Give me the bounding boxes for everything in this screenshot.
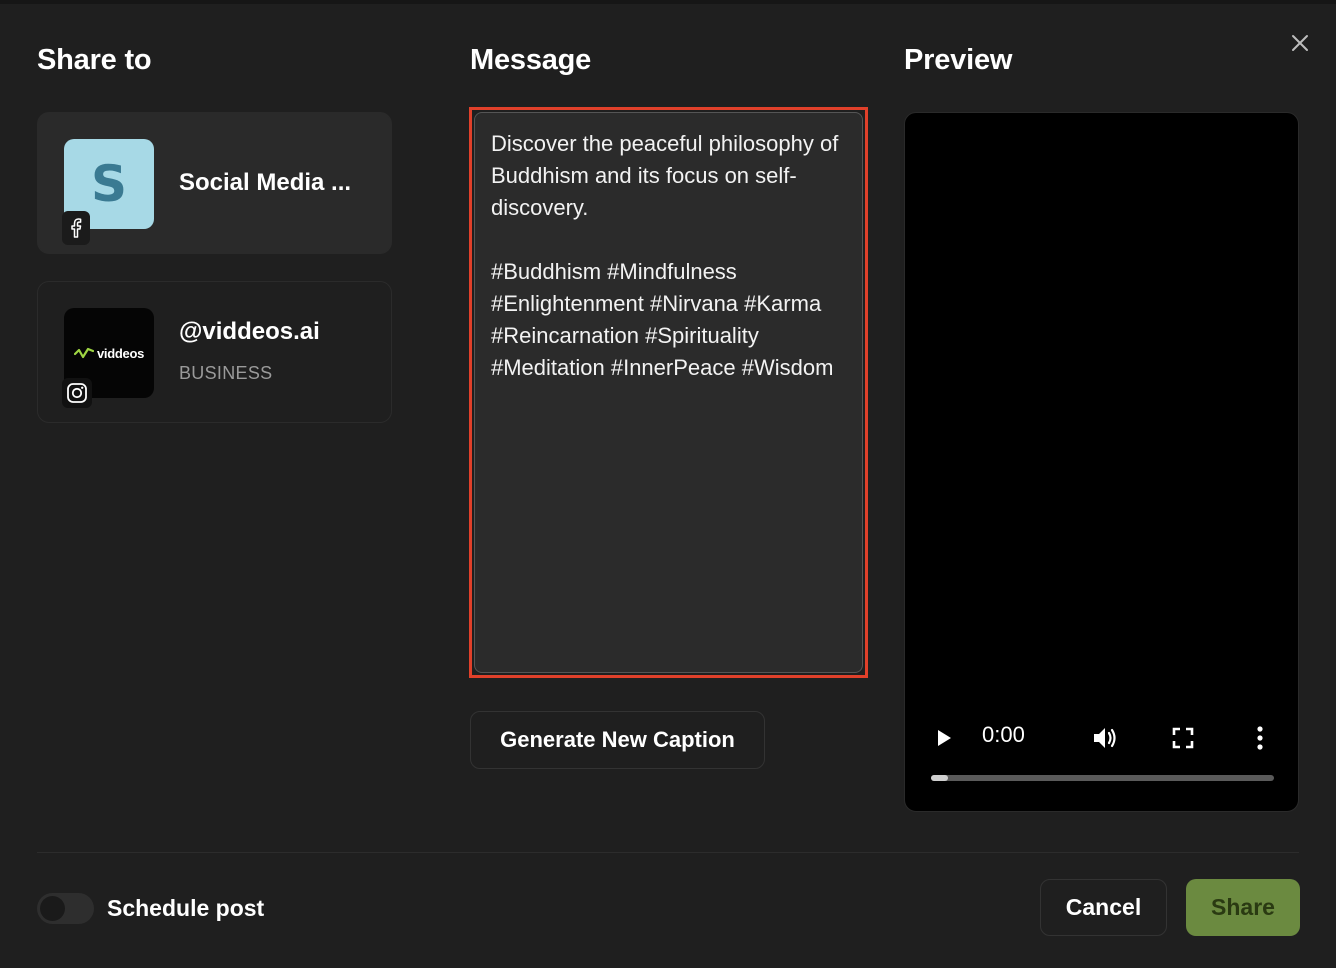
play-icon — [938, 730, 951, 746]
video-preview[interactable]: 0:00 — [904, 112, 1299, 812]
volume-icon — [1094, 728, 1116, 748]
preview-title: Preview — [904, 44, 1013, 76]
volume-button[interactable] — [1090, 723, 1120, 753]
toggle-knob — [40, 896, 65, 921]
schedule-toggle[interactable] — [37, 893, 94, 924]
video-progress-bar[interactable] — [931, 775, 1274, 781]
account-card-social-media[interactable]: S Social Media ... — [37, 112, 392, 254]
video-time: 0:00 — [982, 722, 1025, 747]
message-title: Message — [470, 44, 592, 76]
instagram-icon — [62, 378, 92, 408]
message-highlight: Discover the peaceful philosophy of Budd… — [469, 107, 868, 678]
message-textarea[interactable]: Discover the peaceful philosophy of Budd… — [474, 112, 863, 673]
account-card-viddeos[interactable]: viddeos @viddeos.ai BUSINESS — [37, 281, 392, 423]
generate-caption-button[interactable]: Generate New Caption — [470, 711, 765, 769]
schedule-label: Schedule post — [107, 895, 265, 921]
facebook-icon — [62, 211, 90, 245]
avatar-letter: S — [90, 155, 127, 213]
top-edge — [0, 0, 1336, 4]
account-name: @viddeos.ai — [179, 318, 320, 345]
close-button[interactable] — [1286, 29, 1314, 57]
more-vertical-icon — [1257, 726, 1263, 750]
cancel-button[interactable]: Cancel — [1040, 879, 1167, 936]
share-modal: Share to Message Preview S Social Media … — [0, 0, 1336, 968]
play-button[interactable] — [931, 725, 957, 751]
video-progress-fill — [931, 775, 949, 781]
share-button[interactable]: Share — [1186, 879, 1300, 936]
footer-divider — [37, 852, 1299, 853]
share-to-title: Share to — [37, 44, 152, 76]
fullscreen-button[interactable] — [1170, 725, 1196, 751]
account-name: Social Media ... — [179, 169, 352, 196]
viddeos-logo: viddeos — [73, 346, 144, 361]
close-icon — [1292, 35, 1308, 51]
fullscreen-icon — [1172, 727, 1194, 749]
more-options-button[interactable] — [1248, 723, 1272, 753]
account-type: BUSINESS — [179, 363, 273, 383]
